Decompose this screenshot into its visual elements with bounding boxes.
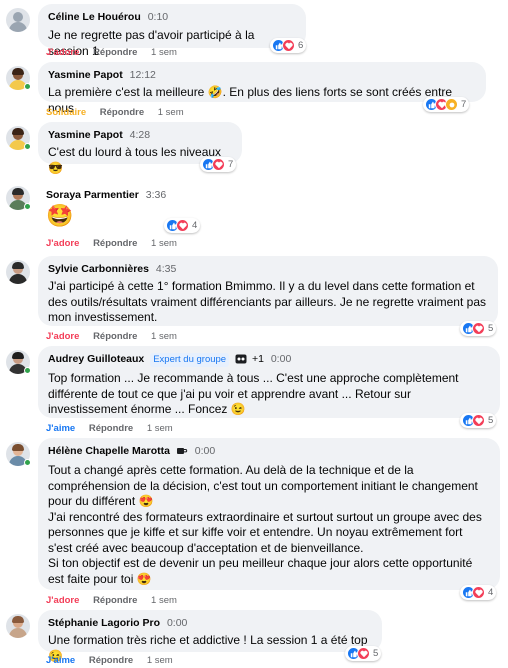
online-indicator	[24, 459, 31, 466]
react-button[interactable]: J'adore	[46, 47, 79, 58]
reaction-summary[interactable]: 5	[460, 413, 497, 428]
online-indicator	[24, 83, 31, 90]
react-button[interactable]: J'adore	[46, 238, 79, 249]
author-name[interactable]: Stéphanie Lagorio Pro	[48, 617, 160, 629]
love-icon	[472, 322, 485, 335]
comment-actions: J'adore Répondre 1 sem	[46, 331, 188, 342]
reaction-summary[interactable]: 5	[345, 646, 382, 661]
react-button[interactable]: J'adore	[46, 595, 79, 606]
react-button[interactable]: J'aime	[46, 423, 75, 434]
reply-button[interactable]: Répondre	[93, 238, 137, 249]
expert-badge: Expert du groupe	[150, 353, 230, 367]
react-button[interactable]: J'aime	[46, 655, 75, 666]
reaction-count: 5	[488, 323, 494, 334]
react-button[interactable]: J'adore	[46, 331, 79, 342]
comment-age: 1 sem	[151, 238, 177, 249]
author-name[interactable]: Yasmine Papot	[48, 69, 123, 81]
comment-age: 1 sem	[151, 595, 177, 606]
author-name[interactable]: Yasmine Papot	[48, 129, 123, 141]
reaction-count: 7	[228, 159, 234, 170]
timestamp: 4:28	[129, 129, 151, 141]
reaction-summary[interactable]: 5	[460, 321, 497, 336]
comment-age: 1 sem	[146, 655, 173, 666]
timestamp: 4:35	[155, 263, 177, 275]
reply-button[interactable]: Répondre	[93, 595, 137, 606]
love-icon	[212, 158, 225, 171]
comment-actions: J'adore Répondre 1 sem	[46, 47, 188, 58]
comment-bubble: Sylvie Carbonnières 4:35 J'ai participé …	[38, 256, 498, 326]
comment-age: 1 sem	[151, 47, 177, 58]
love-icon	[176, 219, 189, 232]
online-indicator	[24, 367, 31, 374]
reply-button[interactable]: Répondre	[100, 107, 144, 118]
reaction-count: 4	[488, 587, 494, 598]
reaction-count: 5	[373, 648, 379, 659]
love-icon	[282, 39, 295, 52]
timestamp: 12:12	[129, 69, 156, 81]
reaction-summary[interactable]: 4	[164, 218, 201, 233]
online-indicator	[24, 203, 31, 210]
comment-bubble: Stéphanie Lagorio Pro 0:00 Une formation…	[38, 610, 382, 663]
comment-text: J'ai participé à cette 1° formation Bmim…	[48, 279, 486, 324]
love-icon	[472, 586, 485, 599]
comment-text: Top formation ... Je recommande à tous .…	[48, 371, 459, 416]
love-icon	[472, 414, 485, 427]
timestamp: 0:00	[194, 445, 216, 457]
author-name[interactable]: Audrey Guilloteaux	[48, 353, 144, 365]
care-icon	[445, 98, 458, 111]
badge-count: +1	[251, 353, 264, 365]
comment-actions: J'adore Répondre 1 sem	[46, 238, 188, 249]
reaction-summary[interactable]: 7	[200, 157, 237, 172]
timestamp: 0:00	[270, 353, 292, 365]
comment-bubble: Audrey Guilloteaux Expert du groupe +1 0…	[38, 346, 500, 418]
reaction-summary[interactable]: 4	[460, 585, 497, 600]
comment-actions: J'aime Répondre 1 sem	[46, 423, 184, 434]
author-name[interactable]: Sylvie Carbonnières	[48, 263, 149, 275]
react-button[interactable]: Solidaire	[46, 107, 86, 118]
comment-age: 1 sem	[157, 107, 184, 118]
reply-button[interactable]: Répondre	[93, 331, 137, 342]
reaction-count: 4	[192, 220, 198, 231]
comment-bubble: Yasmine Papot 12:12 La première c'est la…	[38, 62, 486, 115]
love-icon	[357, 647, 370, 660]
comment-text: Tout a changé après cette formation. Au …	[48, 463, 482, 586]
reaction-count: 7	[461, 99, 467, 110]
avatar[interactable]	[6, 260, 30, 284]
reaction-count: 5	[488, 415, 494, 426]
comment-age: 1 sem	[146, 423, 173, 434]
badge-icon	[235, 354, 247, 368]
reply-button[interactable]: Répondre	[89, 655, 133, 666]
online-indicator	[24, 143, 31, 150]
reaction-summary[interactable]: 6	[270, 38, 307, 53]
reaction-summary[interactable]: 7	[423, 97, 470, 112]
timestamp: 3:36	[145, 189, 167, 201]
comment-bubble: Céline Le Houérou 0:10 Je ne regrette pa…	[38, 4, 306, 58]
reply-button[interactable]: Répondre	[89, 423, 133, 434]
reply-button[interactable]: Répondre	[93, 47, 137, 58]
avatar[interactable]	[6, 614, 30, 638]
avatar[interactable]	[6, 8, 30, 32]
timestamp: 0:10	[147, 11, 169, 23]
author-name[interactable]: Soraya Parmentier	[46, 189, 139, 201]
timestamp: 0:00	[166, 617, 188, 629]
comment-age: 1 sem	[151, 331, 177, 342]
author-name[interactable]: Céline Le Houérou	[48, 11, 141, 23]
comment-actions: J'adore Répondre 1 sem	[46, 595, 188, 606]
comment-bubble: Hélène Chapelle Marotta 0:00 Tout a chan…	[38, 438, 500, 590]
comment-sticker: 🤩	[46, 203, 74, 228]
reaction-count: 6	[298, 40, 304, 51]
comment-actions: J'aime Répondre 1 sem	[46, 655, 184, 666]
comment-actions: Solidaire Répondre 1 sem	[46, 107, 195, 118]
coffee-icon	[176, 446, 188, 460]
author-name[interactable]: Hélène Chapelle Marotta	[48, 445, 170, 457]
